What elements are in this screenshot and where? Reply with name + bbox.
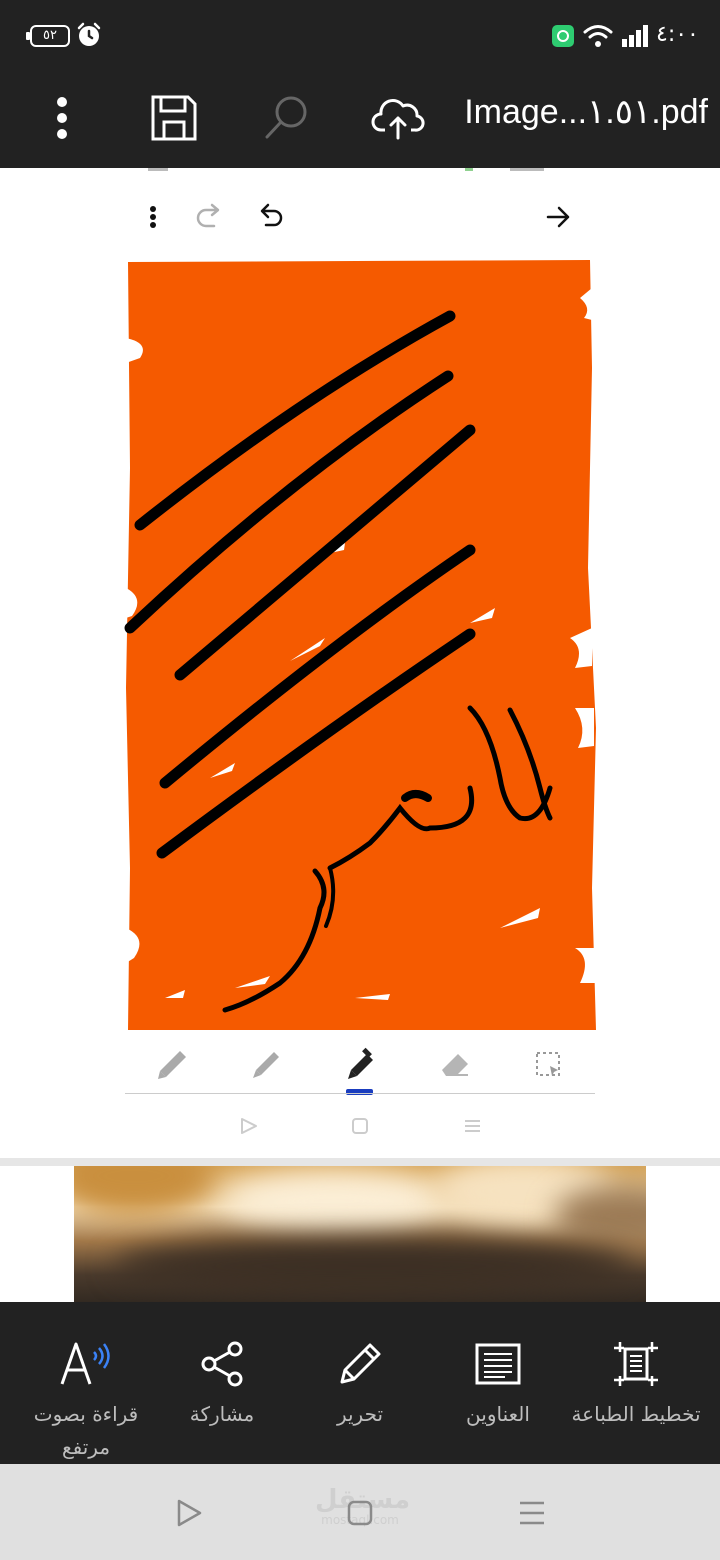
embedded-more-icon <box>150 206 156 228</box>
read-aloud-icon <box>56 1336 116 1392</box>
pencil-icon <box>253 1052 279 1078</box>
page-separator <box>0 1158 720 1166</box>
battery-indicator: ٥٢ <box>26 25 70 47</box>
read-aloud-label: قراءة بصوت مرتفع <box>33 1402 139 1459</box>
status-time: ٤:٠٠ <box>656 22 699 47</box>
signal-icon <box>622 25 648 47</box>
back-icon[interactable] <box>174 1498 204 1528</box>
read-aloud-button[interactable]: قراءة بصوت مرتفع <box>14 1302 158 1464</box>
embedded-screenshot <box>124 168 596 1134</box>
print-layout-label: تخطيط الطباعة <box>571 1402 701 1426</box>
cloud-upload-icon[interactable] <box>368 88 428 148</box>
headings-label: العناوين <box>466 1402 530 1426</box>
edit-pencil-icon <box>330 1336 390 1392</box>
highlighter-icon <box>158 1051 186 1079</box>
redo-icon <box>196 203 220 228</box>
alarm-icon <box>77 22 101 46</box>
headings-icon <box>468 1336 528 1392</box>
forward-arrow-icon <box>546 206 570 228</box>
embedded-nav-bar <box>241 1118 480 1134</box>
edit-button[interactable]: تحرير <box>288 1302 432 1464</box>
top-toolbar: Image...١.٥١.pdf <box>0 72 720 168</box>
share-button[interactable]: مشاركة <box>150 1302 294 1464</box>
print-layout-button[interactable]: تخطيط الطباعة <box>564 1302 708 1464</box>
blurred-photo <box>74 1166 646 1302</box>
selected-tool-indicator <box>346 1089 373 1095</box>
headings-button[interactable]: العناوين <box>426 1302 570 1464</box>
embedded-tool-bar <box>125 1047 595 1095</box>
pen-icon <box>348 1047 373 1079</box>
save-icon[interactable] <box>144 88 204 148</box>
bottom-action-bar: قراءة بصوت مرتفع مشاركة تحرير العناوين ت… <box>0 1302 720 1464</box>
orange-drawing-canvas <box>126 260 596 1031</box>
share-label: مشاركة <box>189 1402 255 1426</box>
print-layout-icon <box>606 1336 666 1392</box>
search-icon[interactable] <box>256 88 316 148</box>
recents-icon[interactable] <box>518 1500 546 1526</box>
wifi-icon <box>583 25 613 47</box>
lasso-select-icon <box>536 1052 560 1076</box>
undo-icon <box>260 203 283 227</box>
eraser-icon <box>442 1054 468 1076</box>
document-title: Image...١.٥١.pdf <box>464 93 708 131</box>
more-vert-icon[interactable] <box>32 88 92 148</box>
document-page[interactable] <box>0 168 720 1158</box>
status-bar: ٥٢ ٤:٠٠ <box>0 0 720 72</box>
document-page-2[interactable] <box>0 1166 720 1302</box>
home-icon[interactable] <box>347 1500 373 1526</box>
share-icon <box>192 1336 252 1392</box>
system-nav-bar: مستقل mostaql.com <box>0 1464 720 1560</box>
edit-label: تحرير <box>336 1402 384 1426</box>
screen: ٥٢ ٤:٠٠ Image...١.٥١.pdf قراءة بصوت مرتف… <box>0 0 720 1560</box>
app-notification-icon <box>552 25 574 47</box>
